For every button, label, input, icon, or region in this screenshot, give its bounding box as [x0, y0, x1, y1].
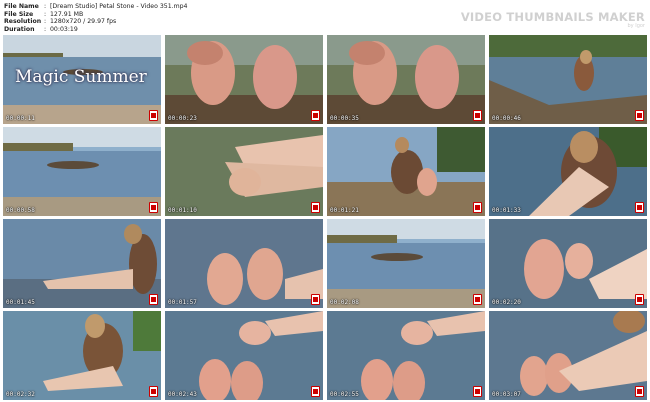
info-row-filename: File Name : [Dream Studio] Petal Stone -… — [4, 3, 188, 11]
studio-logo-icon — [635, 110, 644, 121]
thumbnail-image — [489, 35, 647, 124]
thumbnail-image — [165, 35, 323, 124]
thumbnail-timestamp: 00:02:32 — [6, 391, 35, 398]
thumbnail-timestamp: 00:00:35 — [330, 115, 359, 122]
thumbnail-image — [165, 127, 323, 216]
thumbnail-timestamp: 00:01:33 — [492, 207, 521, 214]
info-value: 1280x720 / 29.97 fps — [50, 18, 117, 26]
thumbnail-timestamp: 00:02:43 — [168, 391, 197, 398]
info-row-resolution: Resolution : 1280x720 / 29.97 fps — [4, 18, 188, 26]
studio-logo-icon — [635, 294, 644, 305]
studio-logo-icon — [473, 386, 482, 397]
brand-title: VIDEO THUMBNAILS MAKER — [460, 10, 645, 24]
video-thumbnail: 00:02:32 — [3, 311, 161, 400]
studio-logo-icon — [149, 386, 158, 397]
info-row-filesize: File Size : 127.91 MB — [4, 11, 188, 19]
thumbnail-timestamp: 00:02:55 — [330, 391, 359, 398]
thumbnail-timestamp: 00:00:23 — [168, 115, 197, 122]
studio-logo-icon — [635, 386, 644, 397]
video-thumbnail: 00:01:45 — [3, 219, 161, 308]
thumbnail-timestamp: 00:00:58 — [6, 207, 35, 214]
info-value: [Dream Studio] Petal Stone - Video 351.m… — [50, 3, 188, 10]
thumbnail-timestamp: 00:01:45 — [6, 299, 35, 306]
thumbnail-timestamp: 00:03:07 — [492, 391, 521, 398]
video-thumbnail: 00:02:43 — [165, 311, 323, 400]
studio-logo-icon — [311, 294, 320, 305]
thumbnail-image — [327, 35, 485, 124]
video-thumbnail: 00:03:07 — [489, 311, 647, 400]
thumbnail-image — [489, 311, 647, 400]
video-title-overlay: Magic Summer — [15, 67, 147, 87]
thumbnail-image — [327, 127, 485, 216]
studio-logo-icon — [473, 294, 482, 305]
video-thumbnail: 00:01:33 — [489, 127, 647, 216]
thumbnail-image — [3, 219, 161, 308]
thumbnail-image — [3, 311, 161, 400]
thumbnail-timestamp: 00:02:20 — [492, 299, 521, 306]
thumbnail-image — [327, 311, 485, 400]
thumbnail-timestamp: 00:01:10 — [168, 207, 197, 214]
video-thumbnail: 00:00:58 — [3, 127, 161, 216]
file-info: File Name : [Dream Studio] Petal Stone -… — [4, 3, 188, 33]
video-thumbnail: 00:00:11 Magic Summer — [3, 35, 161, 124]
thumbnail-image — [3, 127, 161, 216]
video-thumbnail: 00:01:21 — [327, 127, 485, 216]
info-value: 127.91 MB — [50, 10, 84, 18]
thumbnail-timestamp: 00:00:11 — [6, 115, 35, 122]
video-thumbnail: 00:00:35 — [327, 35, 485, 124]
brand-watermark: VIDEO THUMBNAILS MAKER by Igor — [461, 10, 645, 29]
thumbnail-timestamp: 00:01:21 — [330, 207, 359, 214]
video-thumbnail: 00:02:20 — [489, 219, 647, 308]
thumbnail-image — [489, 127, 647, 216]
studio-logo-icon — [149, 202, 158, 213]
studio-logo-icon — [149, 294, 158, 305]
studio-logo-icon — [473, 110, 482, 121]
info-row-duration: Duration : 00:03:19 — [4, 26, 188, 34]
info-key: File Size — [4, 10, 34, 18]
video-thumbnail: 00:00:46 — [489, 35, 647, 124]
thumbnail-timestamp: 00:00:46 — [492, 115, 521, 122]
studio-logo-icon — [311, 110, 320, 121]
thumbnail-image — [165, 219, 323, 308]
studio-logo-icon — [311, 202, 320, 213]
info-key: Duration — [4, 25, 35, 33]
thumbnail-timestamp: 00:01:57 — [168, 299, 197, 306]
video-thumbnail: 00:00:23 — [165, 35, 323, 124]
thumbnail-timestamp: 00:02:08 — [330, 299, 359, 306]
video-thumbnail: 00:01:10 — [165, 127, 323, 216]
info-key: Resolution — [4, 18, 42, 26]
info-key: File Name — [4, 3, 39, 10]
studio-logo-icon — [311, 386, 320, 397]
info-value: 00:03:19 — [50, 25, 78, 33]
studio-logo-icon — [473, 202, 482, 213]
thumbnail-image — [489, 219, 647, 308]
video-thumbnail: 00:02:08 — [327, 219, 485, 308]
thumbnail-image — [165, 311, 323, 400]
studio-logo-icon — [149, 110, 158, 121]
thumbnail-image — [327, 219, 485, 308]
studio-logo-icon — [635, 202, 644, 213]
video-thumbnail: 00:01:57 — [165, 219, 323, 308]
video-thumbnail: 00:02:55 — [327, 311, 485, 400]
